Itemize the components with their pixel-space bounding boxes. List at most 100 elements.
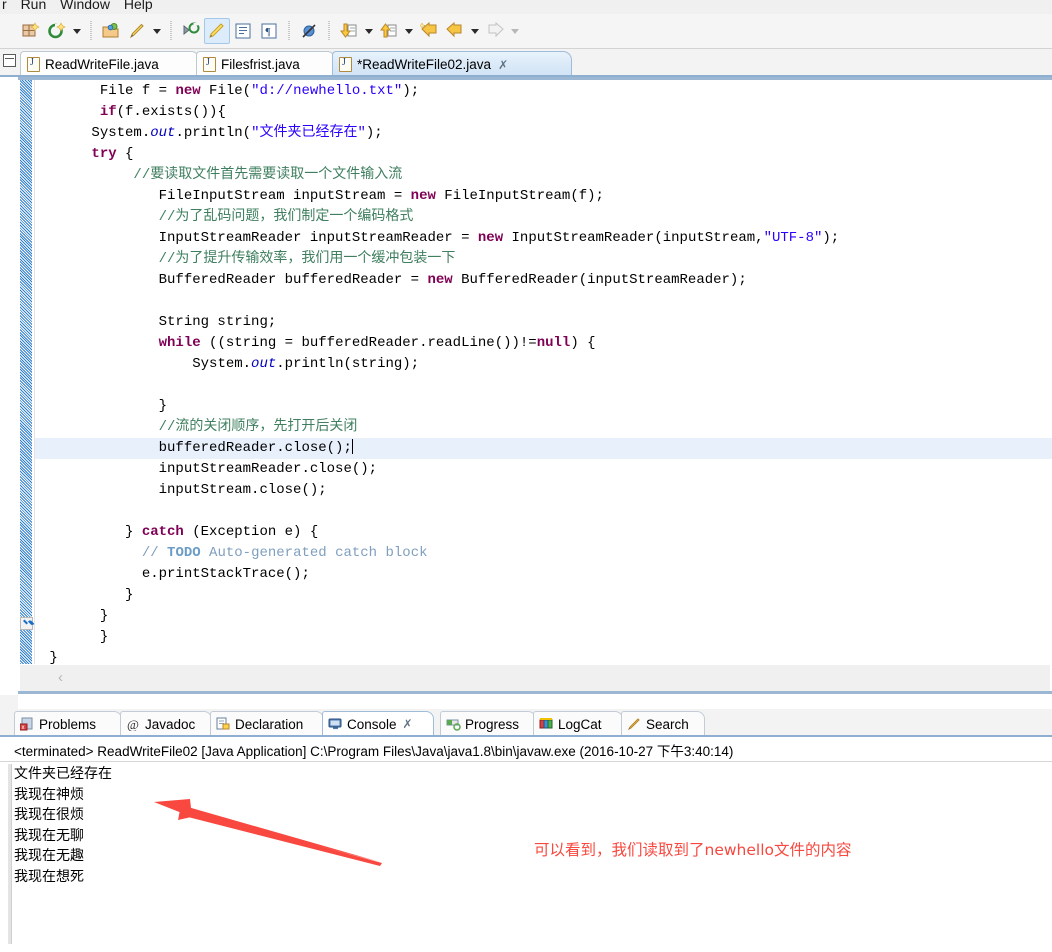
editor-tab-bar: ReadWriteFile.java Filesfrist.java *Read… <box>0 49 1052 77</box>
back-dropdown-caret-icon[interactable] <box>468 18 482 44</box>
open-type-icon[interactable] <box>98 18 124 44</box>
editor-tab-readwritefile02[interactable]: *ReadWriteFile02.java ✗ <box>332 51 572 77</box>
view-tab-bar: x Problems @ Javadoc Declaration Console… <box>0 709 1052 737</box>
new-java-project-icon[interactable] <box>44 18 70 44</box>
code-line: } <box>49 650 58 664</box>
debug-last-icon[interactable] <box>178 18 204 44</box>
console-icon <box>328 717 343 731</box>
java-file-icon <box>339 57 352 72</box>
console-output[interactable]: 文件夹已经存在 我现在神烦 我现在很烦 我现在无聊 我现在无趣 我现在想死 <box>14 764 1052 952</box>
code-line: InputStreamReader inputStreamReader = ne… <box>158 230 840 246</box>
java-file-icon <box>203 57 216 72</box>
main-toolbar: ¶ <box>0 14 1052 49</box>
menu-item-file-clipped[interactable]: r <box>0 0 17 12</box>
svg-text:x: x <box>22 725 25 731</box>
close-icon[interactable]: ✗ <box>498 59 508 71</box>
step-return-dropdown-caret-icon[interactable] <box>402 18 416 44</box>
code-line: } catch (Exception e) { <box>125 524 319 540</box>
code-line: //要读取文件首先需要读取一个文件输入流 <box>133 167 403 183</box>
forward-arrow-icon[interactable] <box>482 18 508 44</box>
skip-all-breakpoints-icon[interactable] <box>296 18 322 44</box>
toolbar-separator <box>328 21 330 41</box>
code-line: File f = new File("d://newhello.txt"); <box>99 83 420 99</box>
tab-label: Search <box>646 716 689 732</box>
tab-label: LogCat <box>558 716 602 732</box>
code-line: bufferedReader.close(); <box>35 438 1052 459</box>
menu-item-run[interactable]: Run <box>21 0 57 12</box>
scroll-left-icon[interactable]: ‹ <box>58 669 63 686</box>
step-into-dropdown-caret-icon[interactable] <box>362 18 376 44</box>
code-line: } <box>158 398 168 414</box>
progress-icon <box>446 717 461 731</box>
console-output-line: 我现在无趣 <box>14 848 84 864</box>
editor-tab-filesfrist[interactable]: Filesfrist.java <box>196 51 336 77</box>
code-line: String string; <box>158 314 277 330</box>
console-left-rail <box>8 764 12 944</box>
editor-tab-readwritefile[interactable]: ReadWriteFile.java <box>20 51 200 77</box>
java-file-icon <box>27 57 40 72</box>
eclipse-window: r Run Window Help ¶ J ReadWriteFile.java… <box>0 0 1052 952</box>
svg-text:@: @ <box>127 717 139 731</box>
console-view: <terminated> ReadWriteFile02 [Java Appli… <box>0 737 1052 952</box>
code-line: inputStream.close(); <box>158 482 327 498</box>
external-tools-icon[interactable] <box>124 18 150 44</box>
code-area[interactable]: File f = new File("d://newhello.txt"); i… <box>34 80 1052 664</box>
console-output-line: 文件夹已经存在 <box>14 766 112 782</box>
code-line: FileInputStream inputStream = new FileIn… <box>158 188 604 204</box>
tab-declaration[interactable]: Declaration <box>210 711 324 736</box>
external-tools-dropdown-caret-icon[interactable] <box>150 18 164 44</box>
forward-dropdown-caret-icon[interactable] <box>508 18 522 44</box>
minimize-view-icon[interactable] <box>3 54 16 67</box>
annotation-text: 可以看到，我们读取到了newhello文件的内容 <box>534 841 852 859</box>
pilcrow-icon[interactable]: ¶ <box>256 18 282 44</box>
tab-label: Problems <box>39 716 97 732</box>
back-arrow-icon[interactable] <box>442 18 468 44</box>
editor-horizontal-scrollbar[interactable]: ‹ <box>20 665 1050 691</box>
search-pencil-icon <box>627 717 642 731</box>
highlighter-icon[interactable] <box>204 18 230 44</box>
menu-items: r Run Window Help <box>0 0 163 12</box>
last-edit-location-icon[interactable] <box>416 18 442 44</box>
tab-logcat[interactable]: LogCat <box>533 711 623 736</box>
close-icon[interactable]: ✗ <box>403 718 413 730</box>
toolbar-separator <box>90 21 92 41</box>
down-arrow-doc-icon[interactable] <box>336 18 362 44</box>
tab-label: Javadoc <box>145 716 196 732</box>
code-line: if(f.exists()){ <box>99 104 226 120</box>
console-output-line: 我现在想死 <box>14 868 84 885</box>
quickdiff-marker-icon[interactable] <box>20 617 33 630</box>
annotation-ruler[interactable] <box>20 80 32 664</box>
code-line: } <box>125 587 134 603</box>
console-output-line: 我现在无聊 <box>14 827 84 844</box>
show-whitespace-icon[interactable] <box>230 18 256 44</box>
code-line: System.out.println(string); <box>192 356 420 372</box>
javadoc-at-icon: @ <box>126 717 141 732</box>
new-java-project-dropdown-caret-icon[interactable] <box>70 18 84 44</box>
console-output-line: 我现在很烦 <box>14 807 84 823</box>
code-line: //为了乱码问题，我们制定一个编码格式 <box>158 209 414 225</box>
menu-item-help[interactable]: Help <box>124 0 163 12</box>
tab-progress[interactable]: Progress <box>440 711 536 736</box>
tab-problems[interactable]: x Problems <box>14 711 122 736</box>
code-line: // TODO Auto-generated catch block <box>141 545 428 561</box>
toolbar-separator <box>170 21 172 41</box>
code-line: while ((string = bufferedReader.readLine… <box>158 335 596 351</box>
editor-bottom-border <box>18 691 1052 694</box>
editor-tab-label: Filesfrist.java <box>221 57 300 72</box>
editor-tab-label: ReadWriteFile.java <box>45 57 159 72</box>
menu-item-window[interactable]: Window <box>60 0 120 12</box>
code-line: //流的关闭顺序，先打开后关闭 <box>158 419 358 435</box>
new-wizard-icon[interactable] <box>18 18 44 44</box>
svg-text:¶: ¶ <box>266 26 271 38</box>
code-text[interactable]: File f = new File("d://newhello.txt"); i… <box>35 80 1052 664</box>
up-arrow-doc-icon[interactable] <box>376 18 402 44</box>
left-edge-strip-lower <box>0 695 18 709</box>
code-line: } <box>99 629 109 645</box>
declaration-icon <box>216 717 231 731</box>
tab-console[interactable]: Console ✗ <box>322 711 434 736</box>
tab-label: Progress <box>465 716 520 732</box>
tab-javadoc[interactable]: @ Javadoc <box>120 711 212 736</box>
problems-icon: x <box>19 717 35 731</box>
tab-search[interactable]: Search <box>621 711 705 736</box>
